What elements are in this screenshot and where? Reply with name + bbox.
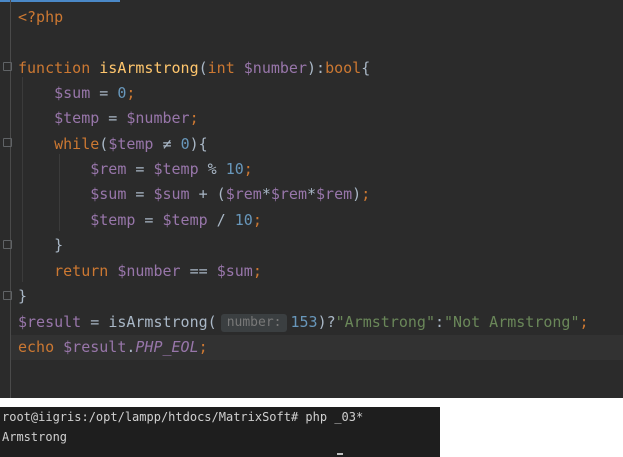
keyword-return: return [54,262,109,280]
var-rem: $rem [270,185,307,203]
code-line-7[interactable]: $rem = $temp % 10; [18,157,253,182]
code-line-5[interactable]: $temp = $number; [18,106,199,131]
fold-open-icon[interactable] [3,138,12,147]
var-rem: $rem [225,185,262,203]
operator-modulo: % [198,160,226,178]
var-number: $number [126,109,190,127]
terminal-output-line: Armstrong [2,430,68,444]
open-brace: { [361,59,371,77]
semicolon: ; [579,313,589,331]
string-not-armstrong: "Not Armstrong" [444,313,580,331]
var-sum: $sum [153,185,190,203]
fold-close-icon[interactable] [3,240,12,249]
keyword-function: function [18,59,91,77]
close-paren: ) [352,185,362,203]
number-literal: 10 [225,160,244,178]
operator: = [99,109,127,127]
operator-plus: + ( [189,185,226,203]
close-brace: } [54,236,64,254]
string-armstrong: "Armstrong" [335,313,435,331]
var-temp: $temp [153,160,199,178]
var-sum: $sum [54,84,91,102]
parameter-hint: number: [220,314,288,332]
code-line-10[interactable]: } [18,233,63,258]
operator: = [90,84,118,102]
close-paren-brace: ){ [189,135,208,153]
var-rem: $rem [90,160,127,178]
var-number: $number [117,262,181,280]
operator-multiply: * [261,185,271,203]
fold-close-icon[interactable] [3,291,12,300]
semicolon: ; [198,338,208,356]
code-line-1[interactable]: <?php [18,5,63,30]
type-bool: bool [325,59,362,77]
var-temp: $temp [108,135,154,153]
semicolon: ; [252,211,262,229]
function-name: isArmstrong [99,59,199,77]
ternary-colon: : [434,313,445,331]
terminal-panel[interactable]: root@iigris:/opt/lampp/htdocs/MatrixSoft… [0,407,440,457]
terminal-cursor [337,453,343,455]
operator-not-equal: ≠ [153,135,181,153]
open-paren: ( [198,59,208,77]
number-literal: 10 [234,211,253,229]
operator-multiply: * [307,185,317,203]
code-line-8[interactable]: $sum = $sum + ($rem*$rem*$rem); [18,182,370,207]
var-sum: $sum [216,262,253,280]
close-paren-ternary: )? [317,313,336,331]
code-line-3[interactable]: function isArmstrong(int $number):bool{ [18,56,370,81]
type-int: int [207,59,235,77]
var-temp: $temp [90,211,136,229]
function-call: isArmstrong [108,313,208,331]
semicolon: ; [252,262,262,280]
var-temp: $temp [162,211,208,229]
open-paren: ( [207,313,217,331]
var-temp: $temp [54,109,100,127]
php-open-tag: <?php [18,8,64,26]
semicolon: ; [243,160,253,178]
operator: = [135,211,163,229]
code-line-11[interactable]: return $number == $sum; [18,259,262,284]
semicolon: ; [361,185,371,203]
keyword-echo: echo [18,338,55,356]
code-line-14-current[interactable]: echo $result.PHP_EOL; [11,335,623,360]
operator-divide: / [207,211,235,229]
var-result: $result [63,338,127,356]
var-result: $result [18,313,82,331]
terminal-command-line: root@iigris:/opt/lampp/htdocs/MatrixSoft… [2,410,364,424]
code-line-6[interactable]: while($temp ≠ 0){ [18,132,208,157]
close-paren: ): [307,59,326,77]
number-argument: 153 [290,313,318,331]
keyword-while: while [54,135,100,153]
semicolon: ; [189,109,199,127]
open-paren: ( [99,135,109,153]
var-sum: $sum [90,185,127,203]
operator: = [126,160,154,178]
operator: = [126,185,154,203]
number-literal: 0 [180,135,190,153]
code-line-4[interactable]: $sum = 0; [18,81,135,106]
semicolon: ; [126,84,136,102]
code-line-13[interactable]: $result = isArmstrong(number: 153)?"Armst… [18,310,589,335]
operator: = [81,313,109,331]
active-tab-indicator [0,0,120,2]
code-line-12[interactable]: } [18,284,27,309]
fold-open-icon[interactable] [3,62,12,71]
param-number: $number [243,59,307,77]
code-editor[interactable]: <?php function isArmstrong(int $number):… [0,0,623,398]
operator-equals: == [180,262,217,280]
var-rem: $rem [316,185,353,203]
code-line-9[interactable]: $temp = $temp / 10; [18,208,262,233]
constant-php-eol: PHP_EOL [135,338,199,356]
close-brace: } [18,287,28,305]
